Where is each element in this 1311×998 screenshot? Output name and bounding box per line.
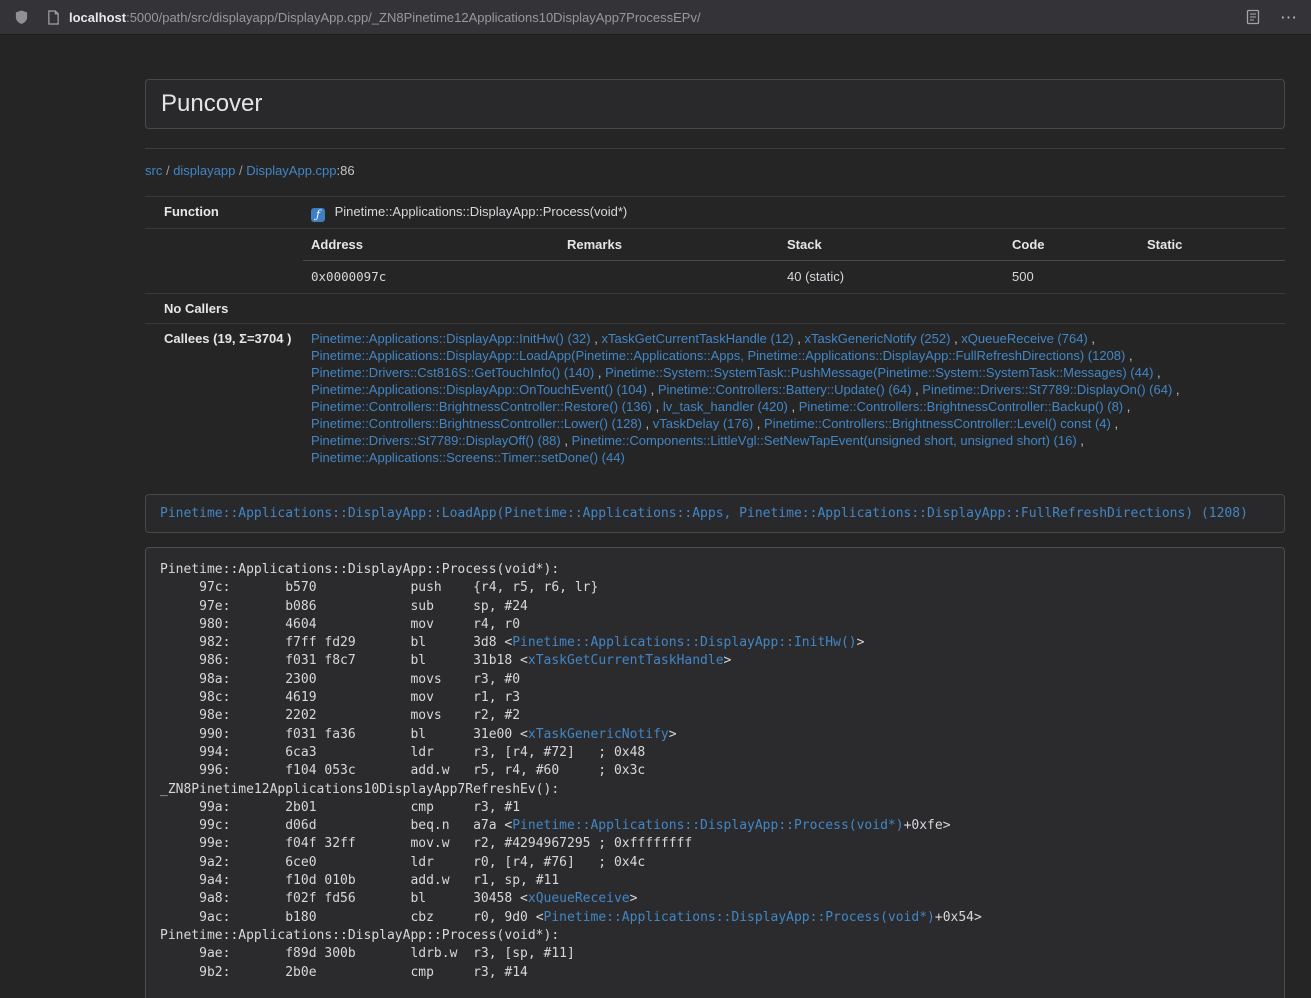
stats-header-row: Address Remarks Stack Code Static — [303, 229, 1285, 261]
breadcrumb-separator: / — [235, 163, 246, 178]
overflow-menu-icon[interactable]: ⋯ — [1280, 9, 1297, 26]
code-symbol-link[interactable]: xTaskGetCurrentTaskHandle — [528, 653, 724, 668]
callee-link[interactable]: xQueueReceive (764) — [961, 331, 1087, 346]
callees-label: Callees (19, Σ=3704 ) — [145, 324, 303, 473]
callee-separator: , — [1123, 399, 1130, 414]
function-name-cell: ƒ Pinetime::Applications::DisplayApp::Pr… — [303, 197, 1285, 229]
shield-icon[interactable] — [14, 9, 29, 25]
callee-link[interactable]: Pinetime::Controllers::BrightnessControl… — [764, 416, 1111, 431]
url-bar[interactable]: localhost:5000/path/src/displayapp/Displ… — [47, 10, 1234, 25]
callee-separator: , — [753, 416, 764, 431]
empty-label — [145, 229, 303, 294]
callee-link[interactable]: Pinetime::Controllers::BrightnessControl… — [311, 416, 642, 431]
callee-separator: , — [594, 365, 605, 380]
callee-link[interactable]: Pinetime::Applications::DisplayApp::OnTo… — [311, 382, 647, 397]
callee-link[interactable]: lv_task_handler (420) — [663, 399, 788, 414]
code-symbol-link[interactable]: xQueueReceive — [528, 891, 630, 906]
callee-separator: , — [794, 331, 805, 346]
callee-link[interactable]: Pinetime::Drivers::St7789::DisplayOff() … — [311, 433, 561, 448]
callee-separator: , — [1077, 433, 1084, 448]
breadcrumb-link[interactable]: DisplayApp.cpp — [246, 163, 336, 178]
code-symbol-link[interactable]: Pinetime::Applications::DisplayApp::Proc… — [544, 910, 935, 925]
callee-separator: , — [561, 433, 572, 448]
symbol-panel: Pinetime::Applications::DisplayApp::Load… — [145, 494, 1285, 533]
callee-link[interactable]: xTaskGenericNotify (252) — [805, 331, 951, 346]
table-row-function: Function ƒ Pinetime::Applications::Displ… — [145, 197, 1285, 229]
callee-link[interactable]: Pinetime::Drivers::Cst816S::GetTouchInfo… — [311, 365, 594, 380]
callee-link[interactable]: vTaskDelay (176) — [653, 416, 753, 431]
breadcrumb-separator: / — [162, 163, 173, 178]
callee-link[interactable]: Pinetime::Applications::DisplayApp::Load… — [311, 348, 1125, 363]
callee-separator: , — [652, 399, 663, 414]
cell-code: 500 — [1004, 261, 1139, 294]
function-icon: ƒ — [311, 208, 325, 222]
url-text: localhost:5000/path/src/displayapp/Displ… — [69, 10, 701, 25]
callee-link[interactable]: Pinetime::System::SystemTask::PushMessag… — [605, 365, 1153, 380]
callee-separator: , — [647, 382, 658, 397]
col-code: Code — [1004, 229, 1139, 261]
app-title-panel: Puncover — [145, 79, 1285, 129]
callee-link[interactable]: Pinetime::Components::LittleVgl::SetNewT… — [572, 433, 1077, 448]
table-row-callees: Callees (19, Σ=3704 ) Pinetime::Applicat… — [145, 324, 1285, 473]
callee-separator: , — [950, 331, 961, 346]
symbol-link[interactable]: Pinetime::Applications::DisplayApp::Load… — [160, 506, 1248, 521]
page-title: Puncover — [161, 91, 1269, 117]
callee-separator: , — [1172, 382, 1179, 397]
no-callers-label: No Callers — [145, 294, 303, 324]
function-table: Function ƒ Pinetime::Applications::Displ… — [145, 196, 1285, 472]
callee-link[interactable]: xTaskGetCurrentTaskHandle (12) — [601, 331, 793, 346]
callee-link[interactable]: Pinetime::Controllers::BrightnessControl… — [799, 399, 1123, 414]
function-label: Function — [145, 197, 303, 229]
stats-table: Address Remarks Stack Code Static 0x0000… — [303, 229, 1285, 293]
assembly-code: Pinetime::Applications::DisplayApp::Proc… — [145, 547, 1285, 998]
col-static: Static — [1139, 229, 1285, 261]
callee-link[interactable]: Pinetime::Applications::DisplayApp::Init… — [311, 331, 591, 346]
col-address: Address — [303, 229, 559, 261]
callee-link[interactable]: Pinetime::Drivers::St7789::DisplayOn() (… — [922, 382, 1172, 397]
callee-separator: , — [1153, 365, 1160, 380]
code-symbol-link[interactable]: Pinetime::Applications::DisplayApp::Proc… — [512, 818, 903, 833]
document-icon — [47, 10, 60, 25]
reader-view-icon[interactable] — [1246, 9, 1260, 25]
callee-separator: , — [788, 399, 799, 414]
callee-separator: , — [911, 382, 922, 397]
callee-link[interactable]: Pinetime::Controllers::Battery::Update()… — [658, 382, 912, 397]
callee-separator: , — [642, 416, 653, 431]
cell-stack: 40 (static) — [779, 261, 1004, 294]
divider — [145, 148, 1285, 149]
cell-remarks — [559, 261, 779, 294]
page-content: Puncover src / displayapp / DisplayApp.c… — [145, 44, 1285, 998]
callee-link[interactable]: Pinetime::Controllers::BrightnessControl… — [311, 399, 652, 414]
url-host: localhost — [69, 10, 126, 25]
table-row-stats: Address Remarks Stack Code Static 0x0000… — [145, 229, 1285, 294]
cell-static — [1139, 261, 1285, 294]
callee-separator: , — [591, 331, 602, 346]
callees-cell: Pinetime::Applications::DisplayApp::Init… — [303, 324, 1285, 473]
col-stack: Stack — [779, 229, 1004, 261]
code-symbol-link[interactable]: xTaskGenericNotify — [528, 727, 669, 742]
breadcrumb-line-number: :86 — [337, 163, 355, 178]
callee-separator: , — [1125, 348, 1132, 363]
table-row-no-callers: No Callers — [145, 294, 1285, 324]
callee-separator: , — [1111, 416, 1118, 431]
no-callers-cell — [303, 294, 1285, 324]
browser-chrome: localhost:5000/path/src/displayapp/Displ… — [0, 0, 1311, 35]
code-symbol-link[interactable]: Pinetime::Applications::DisplayApp::Init… — [512, 635, 856, 650]
cell-address: 0x0000097c — [303, 261, 559, 294]
breadcrumb-link[interactable]: displayapp — [173, 163, 235, 178]
callee-separator: , — [1088, 331, 1095, 346]
table-row: 0x0000097c 40 (static) 500 — [303, 261, 1285, 294]
breadcrumb-link[interactable]: src — [145, 163, 162, 178]
col-remarks: Remarks — [559, 229, 779, 261]
url-path: :5000/path/src/displayapp/DisplayApp.cpp… — [126, 10, 701, 25]
breadcrumb: src / displayapp / DisplayApp.cpp:86 — [145, 162, 1285, 179]
callee-link[interactable]: Pinetime::Applications::Screens::Timer::… — [311, 450, 625, 465]
stats-cell: Address Remarks Stack Code Static 0x0000… — [303, 229, 1285, 294]
function-name: Pinetime::Applications::DisplayApp::Proc… — [335, 204, 628, 219]
